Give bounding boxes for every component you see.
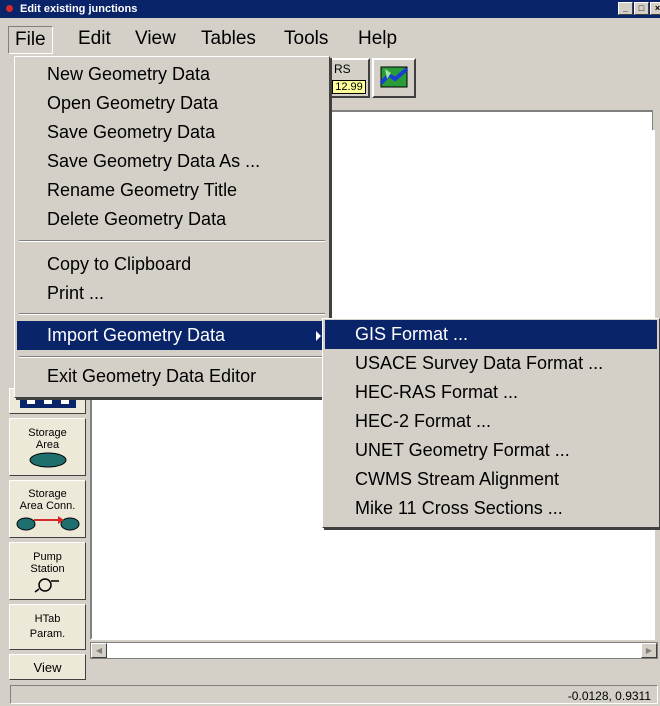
- menu-tables[interactable]: Tables: [195, 26, 262, 54]
- htab-param-button[interactable]: HTab Param.: [9, 604, 86, 650]
- menu-rename-geometry-title[interactable]: Rename Geometry Title: [17, 176, 327, 205]
- title-bar[interactable]: Edit existing junctions _ □ ×: [0, 0, 660, 18]
- pump-station-label-2: Station: [30, 563, 65, 575]
- view-button[interactable]: View: [9, 654, 86, 680]
- map-layer-button[interactable]: [372, 58, 416, 98]
- storage-area-label-2: Area: [35, 439, 60, 451]
- scroll-right-arrow-icon[interactable]: ▶: [641, 643, 657, 658]
- geometry-editor-window: Edit existing junctions _ □ × File Edit …: [0, 0, 660, 706]
- submenu-arrow-icon: [316, 331, 321, 341]
- menu-edit[interactable]: Edit: [72, 26, 117, 54]
- pump-station-label-1: Pump: [33, 551, 62, 563]
- menu-file[interactable]: File: [8, 26, 53, 54]
- menu-exit-geometry-data-editor[interactable]: Exit Geometry Data Editor: [17, 362, 327, 391]
- scroll-left-arrow-icon[interactable]: ◀: [91, 643, 107, 658]
- map-icon: [379, 66, 409, 88]
- pump-station-button[interactable]: Pump Station: [9, 542, 86, 600]
- storage-area-conn-label-1: Storage: [28, 488, 67, 500]
- status-bar: -0.0128, 0.9311: [0, 683, 660, 706]
- htab-label-2: Param.: [29, 628, 66, 640]
- menu-import-geometry-data[interactable]: Import Geometry Data: [17, 321, 327, 350]
- menu-tools[interactable]: Tools: [278, 26, 334, 54]
- minimize-button[interactable]: _: [618, 2, 633, 15]
- menu-hec-ras-format[interactable]: HEC-RAS Format ...: [325, 378, 657, 407]
- menu-open-geometry-data[interactable]: Open Geometry Data: [17, 89, 327, 118]
- rs-toolbar-button[interactable]: RS 12.99: [328, 58, 370, 98]
- storage-area-button[interactable]: Storage Area: [9, 418, 86, 476]
- menu-save-geometry-data-as[interactable]: Save Geometry Data As ...: [17, 147, 327, 176]
- menu-mike-11-cross-sections[interactable]: Mike 11 Cross Sections ...: [325, 494, 657, 523]
- menu-view[interactable]: View: [129, 26, 182, 54]
- menu-usace-survey-format[interactable]: USACE Survey Data Format ...: [325, 349, 657, 378]
- menu-delete-geometry-data[interactable]: Delete Geometry Data: [17, 205, 327, 234]
- menu-separator: [19, 313, 325, 315]
- menu-print[interactable]: Print ...: [17, 279, 327, 308]
- menu-separator: [19, 356, 325, 358]
- app-icon: [6, 5, 13, 12]
- menu-copy-to-clipboard[interactable]: Copy to Clipboard: [17, 250, 327, 279]
- menu-new-geometry-data[interactable]: New Geometry Data: [17, 60, 327, 89]
- menu-gis-format[interactable]: GIS Format ...: [325, 320, 657, 349]
- storage-area-label-1: Storage: [28, 427, 67, 439]
- storage-area-connection-icon: [16, 516, 79, 531]
- status-field: -0.0128, 0.9311: [10, 685, 658, 704]
- menu-hec-2-format[interactable]: HEC-2 Format ...: [325, 407, 657, 436]
- cursor-coordinates: -0.0128, 0.9311: [567, 689, 651, 703]
- import-submenu: GIS Format ... USACE Survey Data Format …: [322, 318, 660, 528]
- rs-label: RS: [334, 62, 351, 76]
- menu-cwms-stream-alignment[interactable]: CWMS Stream Alignment: [325, 465, 657, 494]
- close-button[interactable]: ×: [650, 2, 660, 15]
- pump-icon: [34, 578, 59, 593]
- window-title: Edit existing junctions: [20, 3, 138, 15]
- menu-bar: File Edit View Tables Tools Help: [0, 18, 660, 54]
- horizontal-scrollbar[interactable]: ◀ ▶: [90, 642, 658, 659]
- menu-separator: [19, 240, 325, 242]
- view-label: View: [33, 660, 62, 675]
- maximize-button[interactable]: □: [634, 2, 649, 15]
- htab-label-1: HTab: [34, 613, 61, 625]
- file-menu: New Geometry Data Open Geometry Data Sav…: [14, 56, 330, 398]
- vertical-scrollbar[interactable]: [652, 110, 660, 130]
- storage-area-conn-label-2: Area Conn.: [19, 500, 76, 512]
- menu-unet-geometry-format[interactable]: UNET Geometry Format ...: [325, 436, 657, 465]
- storage-area-connection-button[interactable]: Storage Area Conn.: [9, 480, 86, 538]
- rs-value: 12.99: [332, 80, 366, 94]
- storage-area-icon: [29, 452, 66, 468]
- menu-help[interactable]: Help: [352, 26, 403, 54]
- menu-save-geometry-data[interactable]: Save Geometry Data: [17, 118, 327, 147]
